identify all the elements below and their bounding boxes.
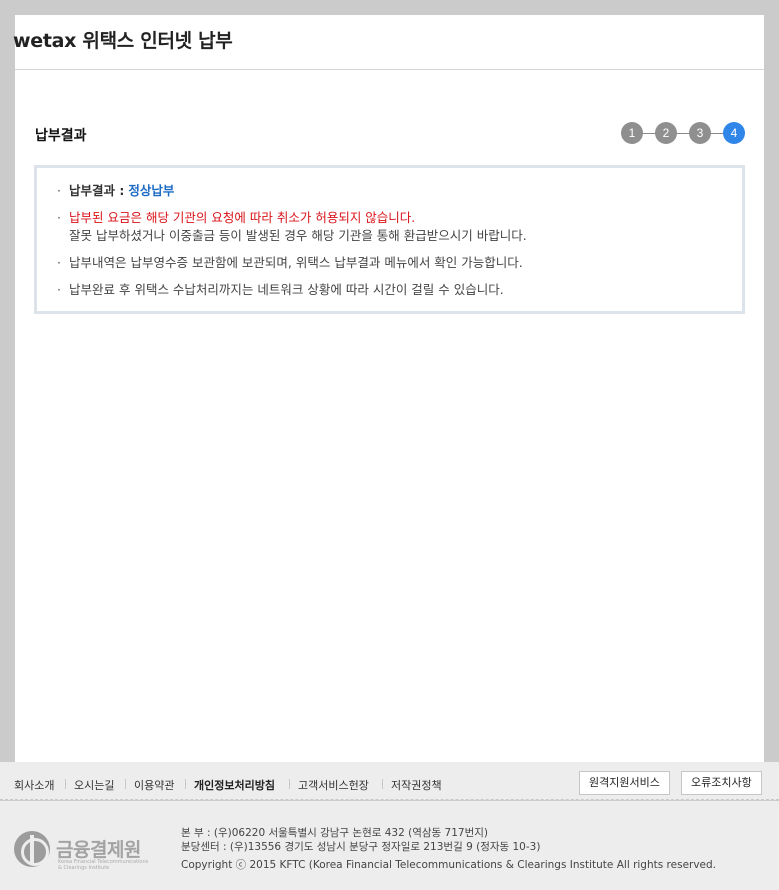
page-header: wetax 위택스 인터넷 납부 (13, 15, 764, 70)
receipt-text: 납부내역은 납부영수증 보관함에 보관되며, 위택스 납부결과 메뉴에서 확인 … (69, 255, 523, 270)
footer-link-privacy[interactable]: 개인정보처리방침 (194, 777, 275, 793)
notice-list: · 납부결과 : 정상납부 · 납부된 요금은 해당 기관의 요청에 따라 취소… (57, 182, 527, 308)
app-title: wetax 위택스 인터넷 납부 (13, 30, 233, 52)
divider (185, 779, 186, 789)
logo-sub-line-2: & Clearings Institute (58, 865, 110, 871)
divider (382, 779, 383, 789)
kftc-logo-icon (14, 831, 50, 867)
footer-info: 금융결제원 Korea Financial Telecommunications… (0, 801, 779, 890)
bullet-icon: · (57, 255, 61, 270)
list-item-result: · 납부결과 : 정상납부 (57, 182, 527, 200)
remote-support-button[interactable]: 원격지원서비스 (579, 771, 670, 795)
footer-link-copyright-policy[interactable]: 저작권정책 (391, 777, 442, 793)
result-box: · 납부결과 : 정상납부 · 납부된 요금은 해당 기관의 요청에 따라 취소… (34, 165, 745, 314)
delay-text: 납부완료 후 위택스 수납처리까지는 네트워크 상황에 따라 시간이 걸릴 수 … (69, 282, 504, 297)
footer-nav: 회사소개 오시는길 이용약관 개인정보처리방침 고객서비스헌장 저작권정책 원격… (0, 762, 779, 800)
step-connector (631, 133, 735, 134)
step-indicator: 1 2 3 4 (621, 122, 745, 144)
bullet-icon: · (57, 210, 61, 225)
bullet-icon: · (57, 183, 61, 198)
list-item-warning: · 납부된 요금은 해당 기관의 요청에 따라 취소가 허용되지 않습니다. 잘… (57, 209, 527, 245)
logo-subtext: Korea Financial Telecommunications & Cle… (58, 859, 148, 871)
address-main: 본 부 : (우)06220 서울특별시 강남구 논현로 432 (역삼동 71… (181, 827, 488, 839)
browser-frame: wetax 위택스 인터넷 납부 납부결과 1 2 3 4 · 납부결과 : 정… (0, 0, 779, 890)
footer-link-terms[interactable]: 이용약관 (134, 777, 174, 793)
footer-link-company[interactable]: 회사소개 (14, 777, 54, 793)
address-branch: 분당센터 : (우)13556 경기도 성남시 분당구 정자일로 213번길 9… (181, 841, 541, 853)
warning-text: 납부된 요금은 해당 기관의 요청에 따라 취소가 허용되지 않습니다. (69, 210, 416, 225)
result-status-value: 정상납부 (128, 183, 175, 198)
step-1: 1 (621, 122, 643, 144)
divider (65, 779, 66, 789)
refund-text: 잘못 납부하셨거나 이중출금 등이 발생된 경우 해당 기관을 통해 환급받으시… (69, 228, 527, 243)
list-item-delay: · 납부완료 후 위택스 수납처리까지는 네트워크 상황에 따라 시간이 걸릴 … (57, 281, 527, 299)
section-title: 납부결과 (35, 128, 87, 144)
divider (289, 779, 290, 789)
bullet-icon: · (57, 282, 61, 297)
error-guide-button[interactable]: 오류조치사항 (681, 771, 762, 795)
divider (125, 779, 126, 789)
step-4-current: 4 (723, 122, 745, 144)
kftc-logo: 금융결제원 Korea Financial Telecommunications… (14, 831, 154, 875)
footer-link-charter[interactable]: 고객서비스헌장 (298, 777, 369, 793)
list-item-receipt: · 납부내역은 납부영수증 보관함에 보관되며, 위택스 납부결과 메뉴에서 확… (57, 254, 527, 272)
logo-text: 금융결제원 (56, 839, 141, 861)
payment-window: wetax 위택스 인터넷 납부 납부결과 1 2 3 4 · 납부결과 : 정… (13, 15, 764, 762)
copyright-text: Copyright ⓒ 2015 KFTC (Korea Financial T… (181, 859, 717, 871)
result-label: 납부결과 : (69, 183, 125, 198)
step-2: 2 (655, 122, 677, 144)
step-3: 3 (689, 122, 711, 144)
footer-link-location[interactable]: 오시는길 (74, 777, 114, 793)
